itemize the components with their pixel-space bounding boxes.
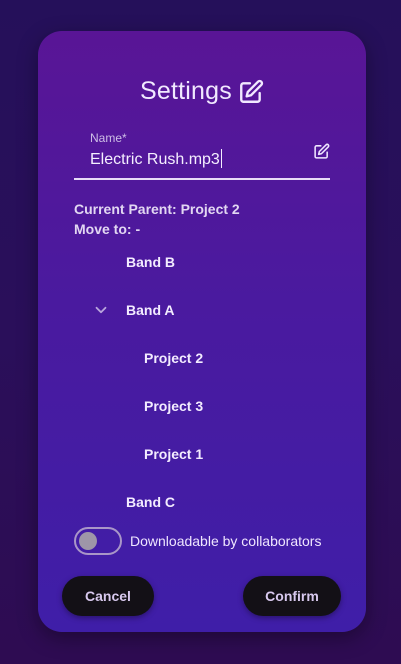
- tree-item-project-3[interactable]: Project 3: [144, 392, 203, 420]
- tree-item-band-b[interactable]: Band B: [126, 248, 175, 276]
- name-field-label: Name*: [90, 131, 127, 145]
- dialog-title: Settings: [140, 77, 232, 105]
- tree-item-label: Project 1: [144, 446, 204, 462]
- downloadable-toggle-label: Downloadable by collaborators: [130, 533, 322, 549]
- edit-icon[interactable]: [313, 143, 330, 160]
- confirm-button[interactable]: Confirm: [243, 576, 341, 616]
- name-input[interactable]: Electric Rush.mp3: [90, 149, 222, 169]
- move-to-text: Move to: -: [74, 221, 141, 237]
- tree-item-label: Band B: [126, 254, 175, 270]
- cancel-button[interactable]: Cancel: [62, 576, 154, 616]
- downloadable-toggle[interactable]: [74, 527, 122, 555]
- tree-item-label: Band C: [126, 494, 175, 510]
- name-field[interactable]: Name* Electric Rush.mp3: [74, 129, 330, 180]
- downloadable-toggle-row: Downloadable by collaborators: [74, 527, 321, 555]
- cancel-button-label: Cancel: [85, 588, 131, 604]
- text-caret: [220, 149, 222, 168]
- tree-item-project-2[interactable]: Project 2: [144, 344, 203, 372]
- toggle-knob: [79, 532, 97, 550]
- confirm-button-label: Confirm: [265, 588, 319, 604]
- chevron-down-icon[interactable]: [92, 301, 110, 319]
- tree-item-label: Project 3: [144, 398, 204, 414]
- current-parent-text: Current Parent: Project 2: [74, 201, 240, 217]
- tree-item-band-a[interactable]: Band A: [126, 296, 174, 324]
- name-input-value: Electric Rush.mp3: [90, 151, 220, 168]
- edit-icon[interactable]: [238, 79, 264, 105]
- tree-item-project-1[interactable]: Project 1: [144, 440, 203, 468]
- settings-dialog: Settings Name* Electric Rush.mp3 Current…: [38, 31, 366, 632]
- dialog-header: Settings: [38, 77, 366, 106]
- tree-item-label: Project 2: [144, 350, 204, 366]
- tree-item-band-c[interactable]: Band C: [126, 488, 175, 516]
- tree-item-label: Band A: [126, 302, 175, 318]
